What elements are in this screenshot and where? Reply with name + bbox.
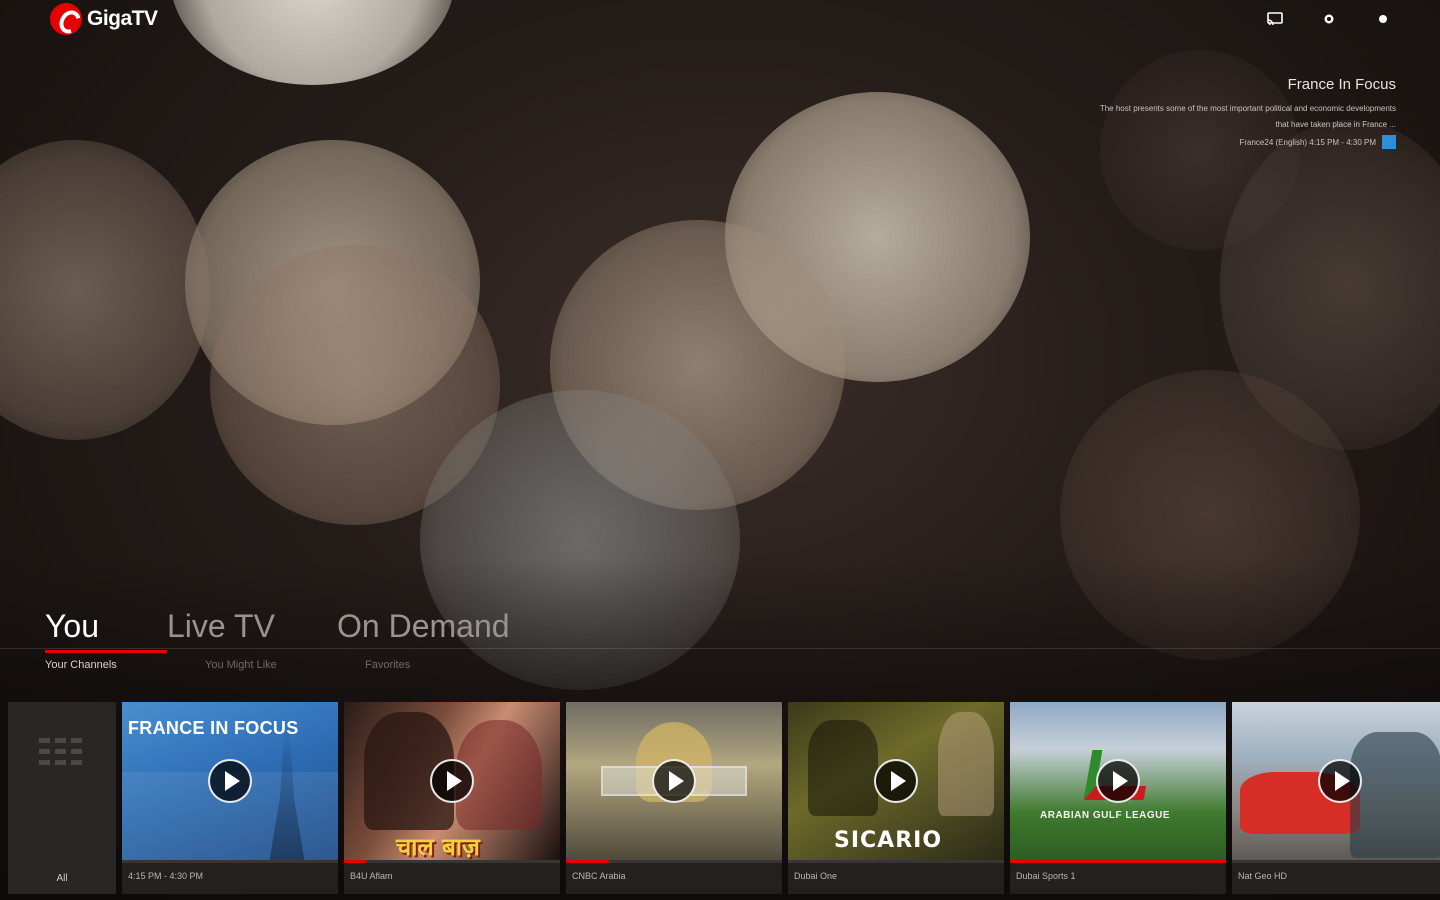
channel-rail: All FRANCE IN FOCUS 4:15 PM - 4:30 PM चा… xyxy=(8,702,1440,894)
progress-track xyxy=(1010,860,1226,863)
channel-thumbnail: ARABIAN GULF LEAGUE xyxy=(1010,702,1226,860)
subtab-you-might-like[interactable]: You Might Like xyxy=(205,659,365,671)
now-playing-meta: France24 (English) 4:15 PM - 4:30 PM xyxy=(1096,135,1396,149)
channel-label: Dubai Sports 1 xyxy=(1016,871,1076,881)
settings-icon[interactable] xyxy=(1320,10,1338,28)
top-toolbar xyxy=(1266,10,1392,28)
progress-track xyxy=(122,860,338,863)
progress-bar xyxy=(344,860,366,863)
channel-thumbnail: चाल बाज़ xyxy=(344,702,560,860)
profile-dot-icon[interactable] xyxy=(1374,10,1392,28)
channel-card[interactable]: SICARIO Dubai One xyxy=(788,702,1004,894)
channel-label: B4U Aflam xyxy=(350,871,393,881)
tab-you[interactable]: You xyxy=(45,608,167,653)
channel-thumbnail xyxy=(1232,702,1440,860)
cast-icon[interactable] xyxy=(1266,10,1284,28)
all-channels-label: All xyxy=(56,873,68,884)
grid-icon xyxy=(39,738,84,765)
subtab-your-channels[interactable]: Your Channels xyxy=(45,659,205,671)
play-icon[interactable] xyxy=(874,759,918,803)
sub-tabs: Your Channels You Might Like Favorites xyxy=(45,659,410,671)
thumbnail-title: SICARIO xyxy=(834,828,943,853)
progress-track xyxy=(566,860,782,863)
channel-card[interactable]: Nat Geo HD xyxy=(1232,702,1440,894)
channel-label: Nat Geo HD xyxy=(1238,871,1288,881)
app-logo[interactable]: GigaTV xyxy=(50,3,158,35)
channel-label: CNBC Arabia xyxy=(572,871,626,881)
now-playing-title: France In Focus xyxy=(1287,76,1396,93)
tab-divider xyxy=(0,648,1440,649)
now-playing-info: France In Focus The host presents some o… xyxy=(1096,76,1396,149)
vodafone-logo-icon xyxy=(50,3,82,35)
progress-bar xyxy=(1010,860,1226,863)
progress-track xyxy=(344,860,560,863)
thumbnail-title: FRANCE IN FOCUS xyxy=(128,718,299,738)
progress-track xyxy=(1232,860,1440,863)
now-playing-channel-time: France24 (English) 4:15 PM - 4:30 PM xyxy=(1239,137,1376,147)
channel-label: Dubai One xyxy=(794,871,838,881)
thumbnail-title: चाल बाज़ xyxy=(396,833,480,860)
progress-track xyxy=(788,860,1004,863)
channel-thumbnail: SICARIO xyxy=(788,702,1004,860)
subtab-favorites[interactable]: Favorites xyxy=(365,659,410,671)
channel-card[interactable]: CNBC Arabia xyxy=(566,702,782,894)
channel-thumbnail xyxy=(566,702,782,860)
progress-bar xyxy=(566,860,610,863)
play-icon[interactable] xyxy=(208,759,252,803)
play-icon[interactable] xyxy=(1318,759,1362,803)
all-channels-tile[interactable]: All xyxy=(8,702,116,894)
main-tabs: You Live TV On Demand xyxy=(45,608,510,653)
play-icon[interactable] xyxy=(1096,759,1140,803)
channel-card[interactable]: ARABIAN GULF LEAGUE Dubai Sports 1 xyxy=(1010,702,1226,894)
now-playing-description: The host presents some of the most impor… xyxy=(1099,104,1396,129)
channel-label: 4:15 PM - 4:30 PM xyxy=(128,871,204,881)
tab-on-demand[interactable]: On Demand xyxy=(337,608,510,645)
channel-card[interactable]: FRANCE IN FOCUS 4:15 PM - 4:30 PM xyxy=(122,702,338,894)
channel-card[interactable]: चाल बाज़ B4U Aflam xyxy=(344,702,560,894)
play-icon[interactable] xyxy=(430,759,474,803)
play-icon[interactable] xyxy=(652,759,696,803)
thumbnail-title: ARABIAN GULF LEAGUE xyxy=(1040,810,1171,821)
channel-thumbnail: FRANCE IN FOCUS xyxy=(122,702,338,860)
tab-live-tv[interactable]: Live TV xyxy=(167,608,337,645)
app-name: GigaTV xyxy=(87,7,158,30)
channel-badge-icon xyxy=(1382,135,1396,149)
